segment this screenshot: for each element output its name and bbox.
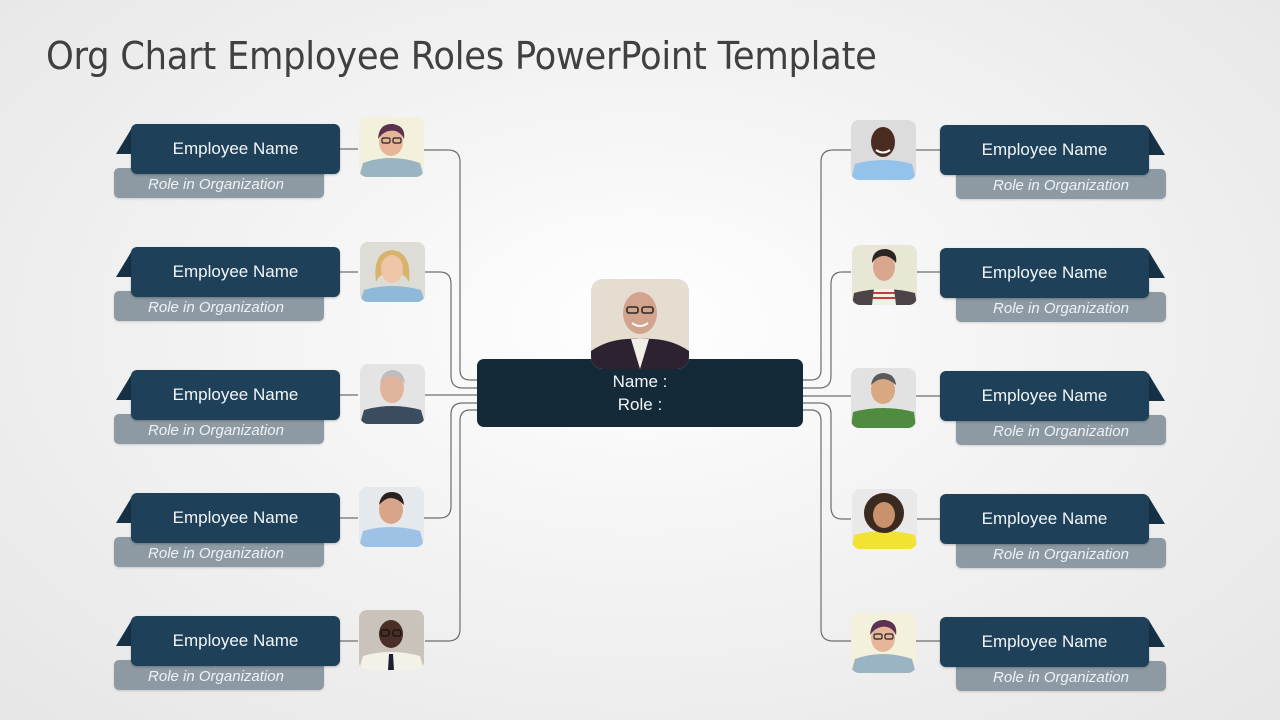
employee-card-right-5[interactable]: Role in Organization Employee Name bbox=[940, 617, 1170, 692]
employee-role: Role in Organization bbox=[148, 176, 284, 193]
center-avatar bbox=[591, 279, 689, 369]
employee-name: Employee Name bbox=[131, 616, 340, 666]
employee-name: Employee Name bbox=[131, 370, 340, 420]
card-fold bbox=[1148, 496, 1165, 524]
employee-role: Role in Organization bbox=[148, 422, 284, 439]
employee-name: Employee Name bbox=[131, 124, 340, 174]
employee-card-left-3[interactable]: Role in Organization Employee Name bbox=[114, 370, 344, 445]
employee-card-left-5[interactable]: Role in Organization Employee Name bbox=[114, 616, 344, 691]
employee-avatar-right-5 bbox=[851, 613, 916, 673]
card-fold bbox=[1148, 619, 1165, 647]
employee-avatar-right-1 bbox=[851, 120, 916, 180]
employee-card-right-2[interactable]: Role in Organization Employee Name bbox=[940, 248, 1170, 323]
employee-card-right-1[interactable]: Role in Organization Employee Name bbox=[940, 125, 1170, 200]
employee-avatar-right-2 bbox=[852, 245, 917, 305]
employee-avatar-left-2 bbox=[360, 242, 425, 302]
card-fold bbox=[1148, 127, 1165, 155]
employee-avatar-left-3 bbox=[360, 364, 425, 424]
employee-name: Employee Name bbox=[131, 493, 340, 543]
employee-avatar-left-1 bbox=[359, 117, 424, 177]
employee-role: Role in Organization bbox=[148, 545, 284, 562]
employee-card-left-2[interactable]: Role in Organization Employee Name bbox=[114, 247, 344, 322]
center-name-label: Name : bbox=[612, 372, 668, 391]
employee-role: Role in Organization bbox=[993, 423, 1129, 440]
employee-avatar-left-5 bbox=[359, 610, 424, 670]
center-node[interactable]: Name : Role : bbox=[477, 359, 803, 427]
employee-name: Employee Name bbox=[940, 371, 1149, 421]
employee-name: Employee Name bbox=[940, 248, 1149, 298]
employee-name: Employee Name bbox=[940, 125, 1149, 175]
center-role-label: Role : bbox=[617, 395, 663, 414]
employee-role: Role in Organization bbox=[148, 299, 284, 316]
employee-card-right-3[interactable]: Role in Organization Employee Name bbox=[940, 371, 1170, 446]
employee-role: Role in Organization bbox=[148, 668, 284, 685]
employee-name: Employee Name bbox=[131, 247, 340, 297]
employee-avatar-left-4 bbox=[359, 487, 424, 547]
employee-role: Role in Organization bbox=[993, 177, 1129, 194]
employee-name: Employee Name bbox=[940, 617, 1149, 667]
employee-card-left-1[interactable]: Role in Organization Employee Name bbox=[114, 124, 344, 199]
employee-avatar-right-3 bbox=[851, 368, 916, 428]
card-fold bbox=[1148, 373, 1165, 401]
employee-avatar-right-4 bbox=[852, 489, 917, 549]
employee-card-left-4[interactable]: Role in Organization Employee Name bbox=[114, 493, 344, 568]
employee-role: Role in Organization bbox=[993, 546, 1129, 563]
employee-name: Employee Name bbox=[940, 494, 1149, 544]
employee-role: Role in Organization bbox=[993, 300, 1129, 317]
employee-role: Role in Organization bbox=[993, 669, 1129, 686]
employee-card-right-4[interactable]: Role in Organization Employee Name bbox=[940, 494, 1170, 569]
card-fold bbox=[1148, 250, 1165, 278]
